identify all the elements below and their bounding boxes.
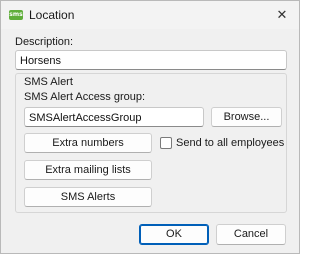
access-group-field[interactable]: SMSAlertAccessGroup <box>24 107 204 127</box>
sms-app-icon: sms <box>9 10 23 20</box>
window-title: Location <box>29 8 75 22</box>
extra-mailing-lists-button[interactable]: Extra mailing lists <box>24 160 152 180</box>
ok-button[interactable]: OK <box>139 224 209 245</box>
sms-alerts-button[interactable]: SMS Alerts <box>24 187 152 207</box>
title-bar: sms Location ✕ <box>1 1 299 29</box>
send-to-all-label: Send to all employees <box>176 137 285 149</box>
send-to-all-checkbox[interactable] <box>160 137 172 149</box>
close-icon[interactable]: ✕ <box>271 5 293 25</box>
location-dialog: sms Location ✕ Description: Horsens SMS … <box>0 0 300 254</box>
extra-numbers-button[interactable]: Extra numbers <box>24 133 152 153</box>
access-group-label: SMS Alert Access group: <box>24 91 146 103</box>
description-label: Description: <box>15 36 74 48</box>
description-field[interactable]: Horsens <box>15 50 287 70</box>
browse-button[interactable]: Browse... <box>211 107 282 127</box>
cancel-button[interactable]: Cancel <box>216 224 286 245</box>
sms-alert-group-title: SMS Alert <box>24 76 73 88</box>
